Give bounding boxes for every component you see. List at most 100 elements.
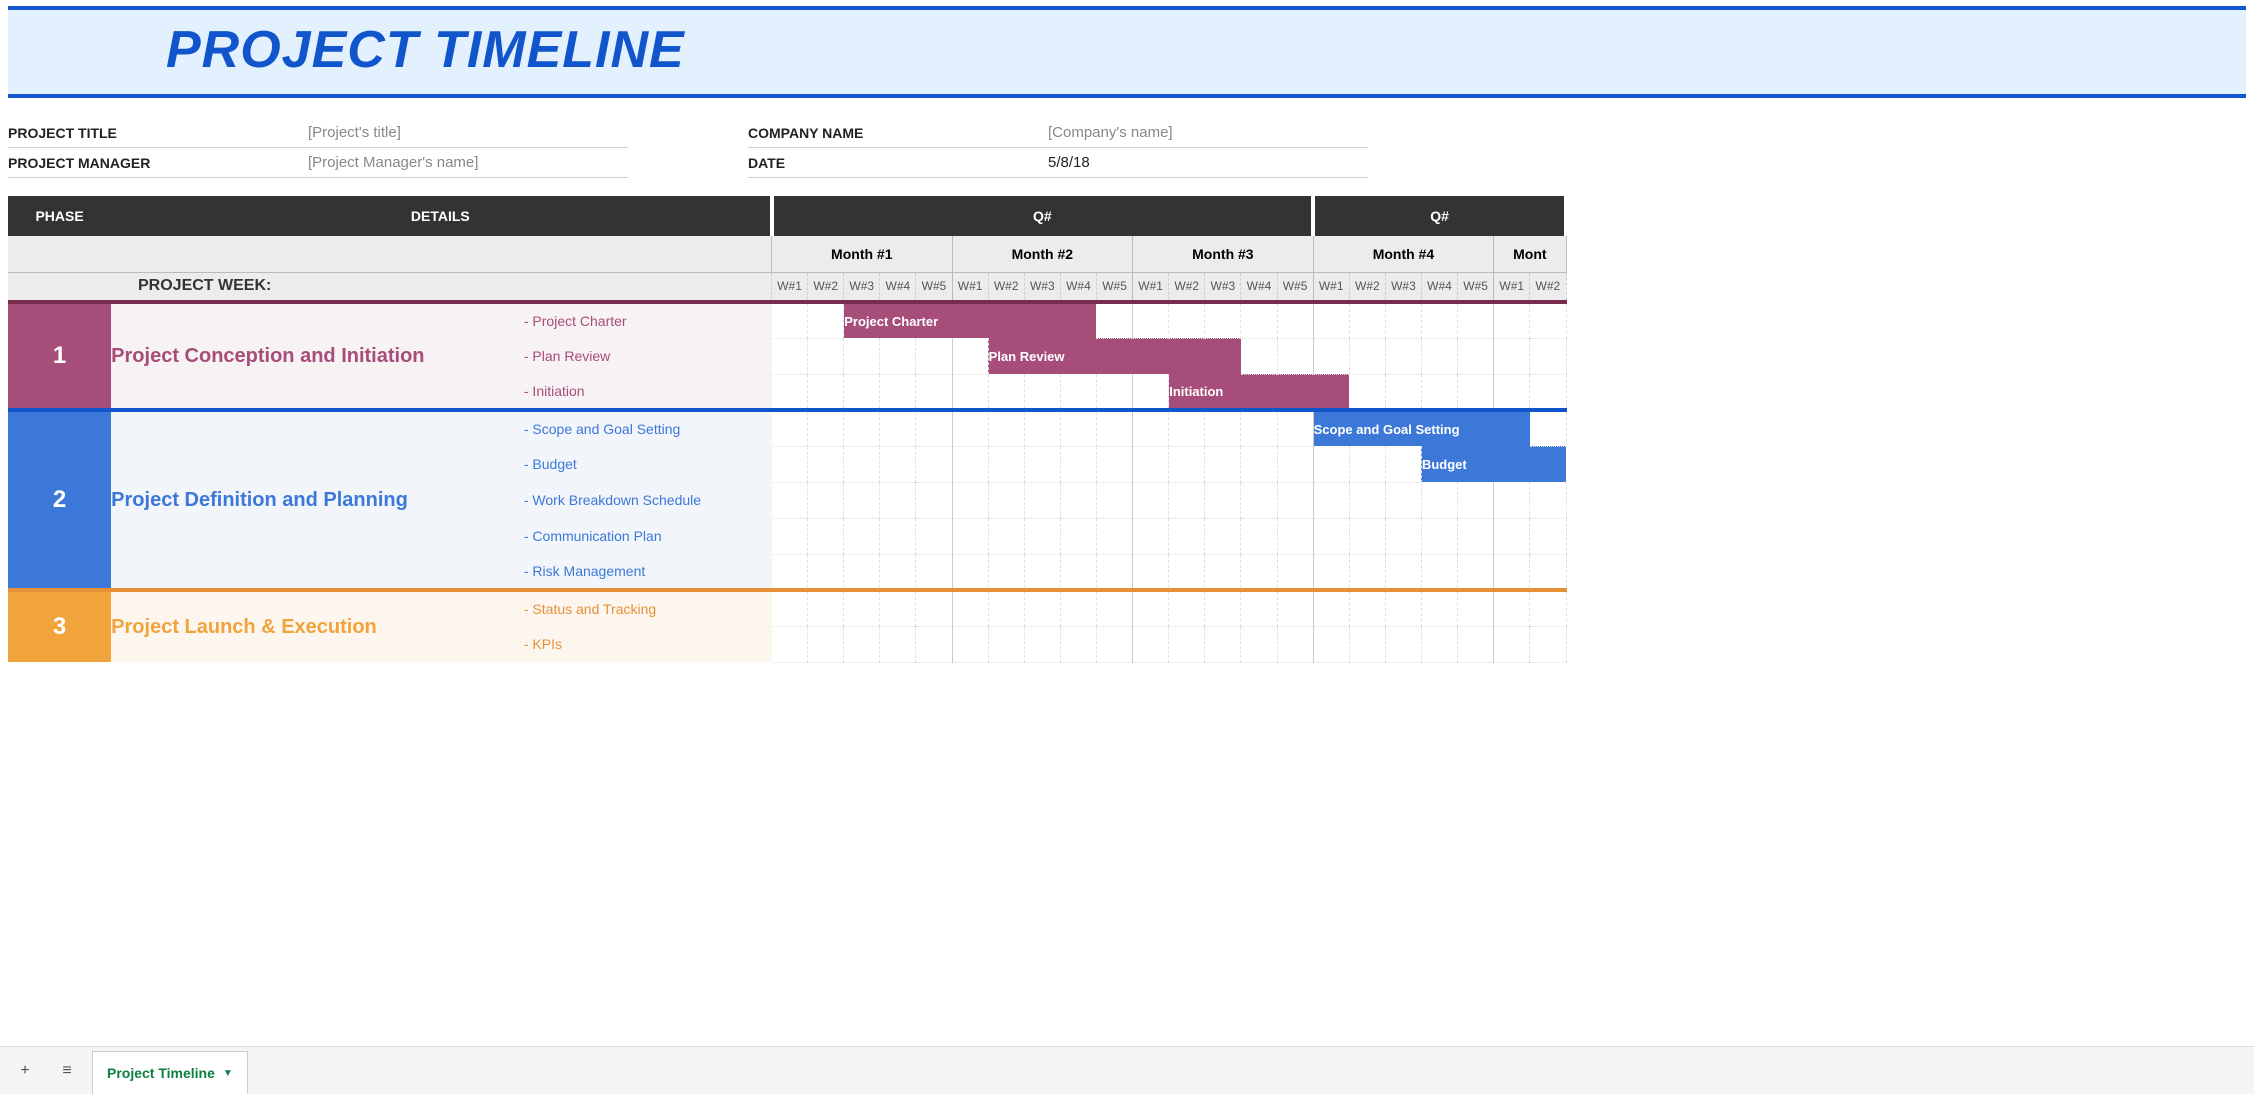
gantt-bar[interactable]: Budget (1421, 446, 1566, 482)
gantt-cell[interactable] (844, 482, 880, 518)
gantt-cell[interactable] (1313, 626, 1349, 662)
gantt-cell[interactable] (772, 446, 808, 482)
gantt-cell[interactable] (1096, 446, 1132, 482)
detail-item[interactable]: - Work Breakdown Schedule (524, 482, 772, 518)
gantt-cell[interactable] (1458, 338, 1494, 374)
gantt-cell[interactable] (772, 518, 808, 554)
gantt-cell[interactable] (1133, 554, 1169, 590)
gantt-cell[interactable] (1458, 302, 1494, 338)
gantt-cell[interactable] (844, 626, 880, 662)
gantt-cell[interactable] (808, 410, 844, 446)
gantt-cell[interactable] (916, 410, 952, 446)
gantt-bar[interactable]: Plan Review (988, 338, 1241, 374)
gantt-cell[interactable] (1241, 626, 1277, 662)
gantt-cell[interactable] (844, 374, 880, 410)
gantt-cell[interactable] (1096, 302, 1132, 338)
gantt-cell[interactable] (1024, 374, 1060, 410)
gantt-cell[interactable] (1241, 590, 1277, 626)
gantt-cell[interactable] (1205, 518, 1241, 554)
gantt-cell[interactable] (1349, 338, 1385, 374)
meta-value[interactable]: [Project's title] (308, 124, 401, 141)
gantt-cell[interactable] (1421, 374, 1457, 410)
gantt-cell[interactable] (1385, 374, 1421, 410)
gantt-cell[interactable] (1313, 554, 1349, 590)
timeline-table[interactable]: PHASEDETAILSQ#Q#Month #1Month #2Month #3… (8, 196, 1568, 663)
gantt-cell[interactable] (988, 626, 1024, 662)
gantt-cell[interactable] (808, 446, 844, 482)
gantt-cell[interactable] (1060, 374, 1096, 410)
gantt-cell[interactable] (952, 554, 988, 590)
gantt-cell[interactable] (1241, 446, 1277, 482)
gantt-cell[interactable] (1277, 626, 1313, 662)
gantt-cell[interactable] (1313, 338, 1349, 374)
gantt-cell[interactable] (1024, 626, 1060, 662)
gantt-cell[interactable] (916, 518, 952, 554)
gantt-cell[interactable] (988, 518, 1024, 554)
gantt-cell[interactable] (1385, 590, 1421, 626)
gantt-cell[interactable] (1530, 374, 1566, 410)
gantt-cell[interactable] (952, 482, 988, 518)
gantt-cell[interactable] (880, 338, 916, 374)
gantt-cell[interactable] (1530, 554, 1566, 590)
gantt-cell[interactable] (1530, 410, 1566, 446)
gantt-cell[interactable] (1349, 302, 1385, 338)
gantt-cell[interactable] (1133, 302, 1169, 338)
gantt-cell[interactable] (1096, 374, 1132, 410)
gantt-cell[interactable] (1133, 446, 1169, 482)
gantt-cell[interactable] (1458, 626, 1494, 662)
gantt-cell[interactable] (880, 518, 916, 554)
gantt-cell[interactable] (1024, 410, 1060, 446)
gantt-cell[interactable] (1133, 410, 1169, 446)
gantt-cell[interactable] (772, 338, 808, 374)
gantt-cell[interactable] (1277, 302, 1313, 338)
gantt-cell[interactable] (1385, 518, 1421, 554)
gantt-cell[interactable] (844, 518, 880, 554)
detail-item[interactable]: - Risk Management (524, 554, 772, 590)
gantt-cell[interactable] (1096, 626, 1132, 662)
gantt-cell[interactable] (988, 554, 1024, 590)
gantt-cell[interactable] (1277, 410, 1313, 446)
gantt-cell[interactable] (880, 446, 916, 482)
gantt-cell[interactable] (988, 482, 1024, 518)
gantt-cell[interactable] (1421, 482, 1457, 518)
gantt-cell[interactable] (1349, 374, 1385, 410)
gantt-cell[interactable] (1169, 626, 1205, 662)
gantt-cell[interactable] (1277, 518, 1313, 554)
gantt-cell[interactable] (880, 590, 916, 626)
gantt-cell[interactable] (1349, 518, 1385, 554)
gantt-cell[interactable] (916, 482, 952, 518)
gantt-cell[interactable] (1060, 518, 1096, 554)
gantt-cell[interactable] (1530, 518, 1566, 554)
gantt-cell[interactable] (772, 410, 808, 446)
gantt-cell[interactable] (1349, 554, 1385, 590)
gantt-cell[interactable] (1385, 482, 1421, 518)
gantt-cell[interactable] (1530, 590, 1566, 626)
gantt-cell[interactable] (1169, 446, 1205, 482)
gantt-cell[interactable] (1494, 338, 1530, 374)
gantt-cell[interactable] (772, 374, 808, 410)
gantt-cell[interactable] (1421, 302, 1457, 338)
gantt-cell[interactable] (1385, 338, 1421, 374)
gantt-cell[interactable] (1169, 554, 1205, 590)
gantt-cell[interactable] (1169, 590, 1205, 626)
gantt-cell[interactable] (988, 446, 1024, 482)
gantt-cell[interactable] (1133, 626, 1169, 662)
detail-item[interactable]: - Communication Plan (524, 518, 772, 554)
gantt-cell[interactable] (808, 338, 844, 374)
gantt-cell[interactable] (1277, 338, 1313, 374)
gantt-cell[interactable] (1169, 482, 1205, 518)
gantt-cell[interactable] (1241, 482, 1277, 518)
gantt-cell[interactable] (1060, 446, 1096, 482)
gantt-cell[interactable] (952, 374, 988, 410)
gantt-cell[interactable] (1277, 482, 1313, 518)
gantt-cell[interactable] (1458, 374, 1494, 410)
gantt-cell[interactable] (1133, 590, 1169, 626)
gantt-cell[interactable] (1205, 554, 1241, 590)
gantt-cell[interactable] (1133, 518, 1169, 554)
gantt-cell[interactable] (952, 590, 988, 626)
gantt-cell[interactable] (1494, 590, 1530, 626)
gantt-cell[interactable] (916, 338, 952, 374)
gantt-cell[interactable] (1385, 446, 1421, 482)
gantt-cell[interactable] (952, 410, 988, 446)
detail-item[interactable]: - Scope and Goal Setting (524, 410, 772, 446)
